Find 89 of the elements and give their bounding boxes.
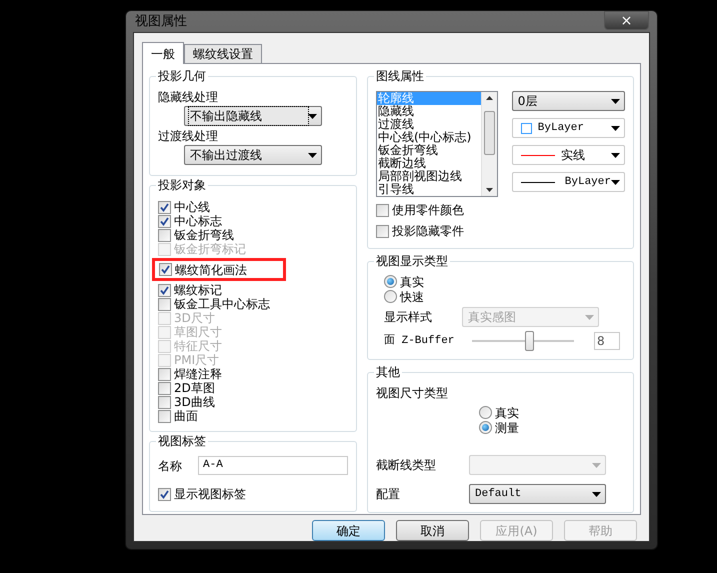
checkbox-label: 2D草图: [174, 381, 215, 395]
checkbox[interactable]: [158, 200, 171, 214]
radio-button[interactable]: [479, 421, 492, 434]
checkbox-label: 使用零件颜色: [392, 202, 464, 219]
name-field[interactable]: A-A: [198, 456, 348, 475]
field-label: 显示样式: [383, 309, 433, 326]
checkbox[interactable]: [158, 228, 171, 242]
checkbox-label: 螺纹标记: [174, 283, 222, 297]
field-label: 视图尺寸类型: [376, 385, 449, 402]
checkbox-label: 显示视图标签: [174, 486, 246, 503]
list-item[interactable]: 中心线(中心标志): [377, 131, 481, 144]
value-field[interactable]: 8: [594, 332, 620, 350]
checkbox[interactable]: [376, 204, 389, 216]
scrollbar[interactable]: [480, 92, 497, 196]
tab[interactable]: 螺纹线设置: [184, 44, 262, 63]
checkbox-label: 螺纹简化画法: [175, 262, 247, 276]
checkbox-label: 草图尺寸: [174, 325, 222, 339]
radio-label: 真实: [400, 274, 424, 290]
checkbox-label: 中心标志: [174, 214, 222, 228]
slider-thumb[interactable]: [525, 331, 534, 351]
scroll-down-icon[interactable]: [486, 188, 493, 192]
caret-icon: [308, 114, 317, 118]
group-title: 投影几何: [156, 69, 208, 83]
radio-label: 测量: [495, 420, 519, 436]
group-title: 投影对象: [156, 178, 208, 192]
dropdown[interactable]: 实线: [512, 145, 625, 165]
field-label: 过渡线处理: [158, 128, 219, 145]
close-button[interactable]: ×: [604, 11, 649, 30]
caret-icon: [611, 180, 620, 184]
caret-icon: [308, 152, 317, 158]
checkbox-label: 钣金工具中心标志: [174, 297, 270, 311]
checkbox-label: PMI尺寸: [174, 353, 220, 367]
checkbox-label: 焊缝注释: [174, 367, 222, 381]
checkbox-label: 3D尺寸: [174, 311, 215, 325]
checkbox[interactable]: [158, 284, 171, 296]
radio-button[interactable]: [384, 275, 397, 288]
checkbox[interactable]: [158, 368, 171, 380]
group-title: 视图标签: [156, 434, 208, 448]
radio-button[interactable]: [479, 406, 492, 419]
checkbox[interactable]: [158, 410, 171, 422]
dropdown[interactable]: 不输出过渡线: [184, 145, 322, 165]
field-label: 隐藏线处理: [158, 89, 219, 106]
checkbox-label: 曲面: [174, 409, 198, 423]
field-label: 截断线类型: [376, 457, 437, 474]
checkbox[interactable]: [376, 224, 389, 238]
checkbox-label: 特征尺寸: [174, 339, 222, 353]
line-type-list[interactable]: 轮廓线 隐藏线 过渡线 中心线(中心标志) 钣金折弯线 截断边线 局部剖视图边线 引导线: [376, 91, 498, 197]
group-title: 图线属性: [374, 69, 426, 83]
group-title: 视图显示类型: [374, 254, 450, 268]
caret-icon: [611, 126, 620, 130]
list-item[interactable]: 钣金折弯线: [377, 144, 481, 157]
dialog-button[interactable]: 确定: [312, 520, 385, 541]
scroll-up-icon[interactable]: [486, 96, 493, 100]
list-item[interactable]: 局部剖视图边线: [377, 170, 481, 183]
caret-icon: [611, 152, 620, 158]
caret-icon: [592, 462, 601, 468]
list-item[interactable]: 过渡线: [377, 118, 481, 131]
caret-icon: [585, 314, 594, 320]
list-item[interactable]: 隐藏线: [377, 105, 481, 118]
radio-button[interactable]: [384, 290, 397, 303]
checkbox[interactable]: [158, 214, 171, 228]
caret-icon: [592, 492, 601, 496]
dropdown[interactable]: 0层: [512, 91, 625, 111]
field-label: 面 Z-Buffer: [383, 334, 456, 349]
window-title: 视图属性: [134, 12, 187, 31]
dialog-button[interactable]: 取消: [396, 520, 469, 541]
dropdown[interactable]: 不输出隐藏线: [184, 106, 322, 126]
list-item[interactable]: 截断边线: [377, 157, 481, 170]
checkbox-label: 钣金折弯标记: [174, 242, 246, 256]
tab[interactable]: 一般: [142, 42, 184, 64]
dropdown[interactable]: ByLayer: [512, 172, 625, 192]
checkbox-label: 中心线: [174, 200, 210, 214]
radio-label: 快速: [400, 288, 424, 306]
checkbox[interactable]: [158, 488, 171, 500]
caret-icon: [611, 98, 620, 104]
dropdown[interactable]: ByLayer: [512, 118, 625, 138]
radio-label: 真实: [495, 404, 519, 422]
group-title: 其他: [374, 365, 402, 379]
checkbox-label: 钣金折弯线: [174, 228, 234, 242]
checkbox[interactable]: [159, 263, 172, 276]
checkbox[interactable]: [158, 298, 171, 310]
list-item[interactable]: 引导线: [377, 183, 481, 196]
field-label: 配置: [376, 486, 401, 503]
checkbox-label: 3D曲线: [174, 395, 215, 409]
checkbox[interactable]: [158, 396, 171, 408]
dropdown[interactable]: Default: [469, 484, 606, 504]
checkbox[interactable]: [158, 382, 171, 394]
checkbox-label: 投影隐藏零件: [392, 223, 464, 240]
field-label: 名称: [158, 458, 182, 474]
